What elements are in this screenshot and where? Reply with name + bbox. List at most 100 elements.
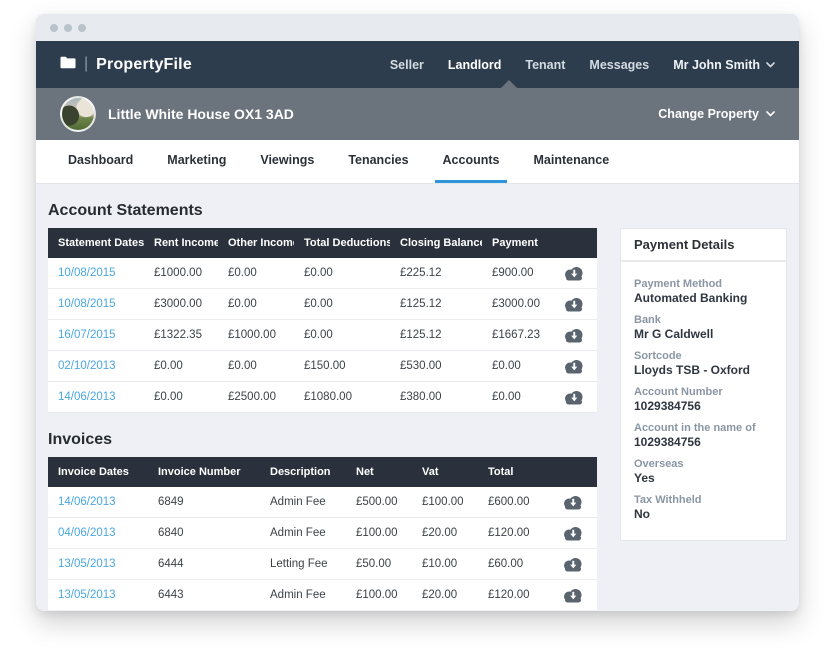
- cloud-download-icon[interactable]: [561, 587, 585, 603]
- cell-net: £100.00: [346, 527, 412, 539]
- window-dot[interactable]: [50, 24, 58, 32]
- cell-rent-income: £1322.35: [144, 329, 218, 341]
- cell-invoice-number: 6444: [148, 558, 260, 570]
- nav-messages[interactable]: Messages: [589, 58, 649, 72]
- field-label: Account Number: [634, 386, 773, 399]
- cloud-download-icon[interactable]: [561, 494, 585, 510]
- browser-chrome: [36, 14, 799, 41]
- table-row: 14/06/2013 £0.00 £2500.00 £1080.00 £380.…: [48, 382, 597, 413]
- statement-date-link[interactable]: 14/06/2013: [58, 391, 116, 403]
- change-property-label: Change Property: [658, 107, 759, 121]
- table-row: 13/05/2013 6444 Letting Fee £50.00 £10.0…: [48, 549, 597, 580]
- top-navbar: | PropertyFile Seller Landlord Tenant Me…: [36, 41, 799, 88]
- field-label: Account in the name of: [634, 422, 773, 435]
- tab-marketing[interactable]: Marketing: [159, 140, 234, 183]
- field-value: No: [634, 507, 773, 522]
- cell-closing-balance: £225.12: [390, 267, 482, 279]
- cell-vat: £20.00: [412, 527, 478, 539]
- cell-net: £50.00: [346, 558, 412, 570]
- nav-pointer-notch: [500, 80, 518, 89]
- cell-payment: £900.00: [482, 267, 551, 279]
- statement-date-link[interactable]: 10/08/2015: [58, 298, 116, 310]
- table-row: 02/10/2013 £0.00 £0.00 £150.00 £530.00 £…: [48, 351, 597, 382]
- page: | PropertyFile Seller Landlord Tenant Me…: [0, 0, 836, 650]
- statement-date-link[interactable]: 02/10/2013: [58, 360, 116, 372]
- cell-other-income: £0.00: [218, 267, 294, 279]
- cloud-download-icon[interactable]: [562, 389, 586, 405]
- field-payment-method: Payment Method Automated Banking: [634, 278, 773, 306]
- col-total-deductions: Total Deductions: [294, 237, 390, 249]
- statement-date-link[interactable]: 16/07/2015: [58, 329, 116, 341]
- statement-date-link[interactable]: 10/08/2015: [58, 267, 116, 279]
- field-label: Bank: [634, 314, 773, 327]
- cell-description: Admin Fee: [260, 589, 346, 601]
- field-value: 1029384756: [634, 399, 773, 414]
- tab-dashboard[interactable]: Dashboard: [60, 140, 141, 183]
- tab-viewings[interactable]: Viewings: [252, 140, 322, 183]
- col-vat: Vat: [412, 466, 478, 478]
- cell-other-income: £0.00: [218, 360, 294, 372]
- window-dot[interactable]: [64, 24, 72, 32]
- tab-accounts[interactable]: Accounts: [435, 140, 508, 183]
- invoice-date-link[interactable]: 14/06/2013: [58, 496, 116, 508]
- cell-total: £60.00: [478, 558, 548, 570]
- cloud-download-icon[interactable]: [562, 358, 586, 374]
- cloud-download-icon[interactable]: [562, 265, 586, 281]
- cell-closing-balance: £380.00: [390, 391, 482, 403]
- property-photo-avatar[interactable]: [60, 96, 96, 132]
- table-row: 10/08/2015 £3000.00 £0.00 £0.00 £125.12 …: [48, 289, 597, 320]
- invoices-table: Invoice Dates Invoice Number Description…: [48, 457, 597, 610]
- cell-total-deductions: £0.00: [294, 267, 390, 279]
- invoice-date-link[interactable]: 13/05/2013: [58, 558, 116, 570]
- main-column: Account Statements Statement Dates Rent …: [48, 184, 597, 610]
- cloud-download-icon[interactable]: [562, 327, 586, 343]
- folder-icon: [60, 56, 76, 74]
- invoice-date-link[interactable]: 13/05/2013: [58, 589, 116, 601]
- change-property-button[interactable]: Change Property: [658, 107, 775, 121]
- cell-rent-income: £0.00: [144, 360, 218, 372]
- field-overseas: Overseas Yes: [634, 458, 773, 486]
- logo-text: PropertyFile: [96, 56, 192, 74]
- field-sortcode: Sortcode Lloyds TSB - Oxford: [634, 350, 773, 378]
- property-header: Little White House OX1 3AD Change Proper…: [36, 88, 799, 140]
- field-account-number: Account Number 1029384756: [634, 386, 773, 414]
- statements-table: Statement Dates Rent Income Other Income…: [48, 228, 597, 413]
- col-invoice-dates: Invoice Dates: [48, 466, 148, 478]
- propertyfile-logo[interactable]: | PropertyFile: [60, 56, 192, 74]
- nav-seller[interactable]: Seller: [390, 58, 424, 72]
- content-area: Account Statements Statement Dates Rent …: [36, 184, 799, 610]
- table-row: 14/06/2013 6849 Admin Fee £500.00 £100.0…: [48, 487, 597, 518]
- cloud-download-icon[interactable]: [562, 296, 586, 312]
- cell-invoice-number: 6840: [148, 527, 260, 539]
- cell-total-deductions: £150.00: [294, 360, 390, 372]
- invoice-date-link[interactable]: 04/06/2013: [58, 527, 116, 539]
- cell-total-deductions: £0.00: [294, 329, 390, 341]
- col-description: Description: [260, 466, 346, 478]
- cell-description: Admin Fee: [260, 527, 346, 539]
- field-value: Mr G Caldwell: [634, 327, 773, 342]
- cell-other-income: £0.00: [218, 298, 294, 310]
- cloud-download-icon[interactable]: [561, 556, 585, 572]
- tab-tenancies[interactable]: Tenancies: [340, 140, 416, 183]
- field-account-name: Account in the name of 1029384756: [634, 422, 773, 450]
- cell-closing-balance: £125.12: [390, 329, 482, 341]
- cloud-download-icon[interactable]: [561, 525, 585, 541]
- user-menu[interactable]: Mr John Smith: [673, 58, 775, 72]
- nav-landlord[interactable]: Landlord: [448, 58, 501, 72]
- field-label: Overseas: [634, 458, 773, 471]
- cell-net: £500.00: [346, 496, 412, 508]
- nav-items: Seller Landlord Tenant Messages Mr John …: [390, 58, 775, 72]
- table-row: 16/07/2015 £1322.35 £1000.00 £0.00 £125.…: [48, 320, 597, 351]
- col-closing-balance: Closing Balance: [390, 237, 482, 249]
- statements-header-row: Statement Dates Rent Income Other Income…: [48, 228, 597, 258]
- tab-maintenance[interactable]: Maintenance: [525, 140, 617, 183]
- cell-invoice-number: 6443: [148, 589, 260, 601]
- window-dot[interactable]: [78, 24, 86, 32]
- nav-tenant[interactable]: Tenant: [525, 58, 565, 72]
- chevron-down-icon: [766, 62, 775, 68]
- invoices-header-row: Invoice Dates Invoice Number Description…: [48, 457, 597, 487]
- cell-rent-income: £1000.00: [144, 267, 218, 279]
- user-name: Mr John Smith: [673, 58, 760, 72]
- field-label: Sortcode: [634, 350, 773, 363]
- cell-net: £100.00: [346, 589, 412, 601]
